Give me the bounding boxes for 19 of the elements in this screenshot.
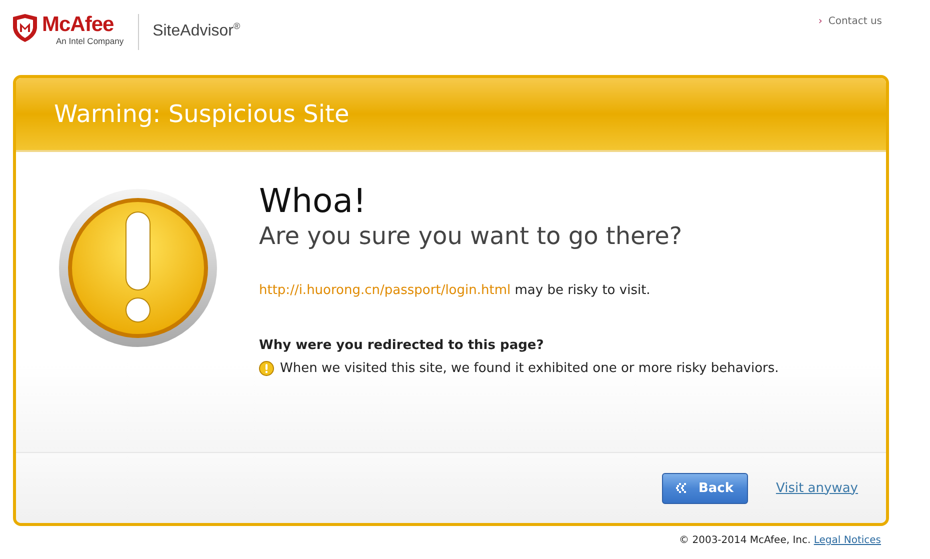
double-chevron-icon [676,483,688,493]
reason-text: When we visited this site, we found it exhibited one or more risky behaviors. [280,361,779,376]
back-button[interactable]: Back [662,472,748,504]
shield-logo-icon [12,14,38,42]
whoa-heading: Whoa! [259,182,368,220]
copyright-notice: © 2003-2014 McAfee, Inc. Legal Notices [679,535,881,546]
risk-message: http://i.huorong.cn/passport/login.html may be risky to visit. [259,283,652,298]
confirm-question: Are you sure you want to go there? [259,221,684,252]
exclamation-warning-icon [58,188,218,348]
site-url-link[interactable]: http://i.huorong.cn/passport/login.html [259,283,511,298]
brand-tagline: An Intel Company [56,36,124,46]
warning-title: Warning: Suspicious Site [54,100,350,128]
product-name: SiteAdvisor$^{®}$ [152,21,240,40]
visit-anyway-link[interactable]: Visit anyway [776,480,858,496]
warning-icon [259,361,274,376]
brand-name: McAfee [42,14,114,36]
reason-heading: Why were you redirected to this page? [259,338,545,353]
contact-link[interactable]: › Contact us [818,16,882,27]
legal-notices-link[interactable]: Legal Notices [814,535,881,546]
